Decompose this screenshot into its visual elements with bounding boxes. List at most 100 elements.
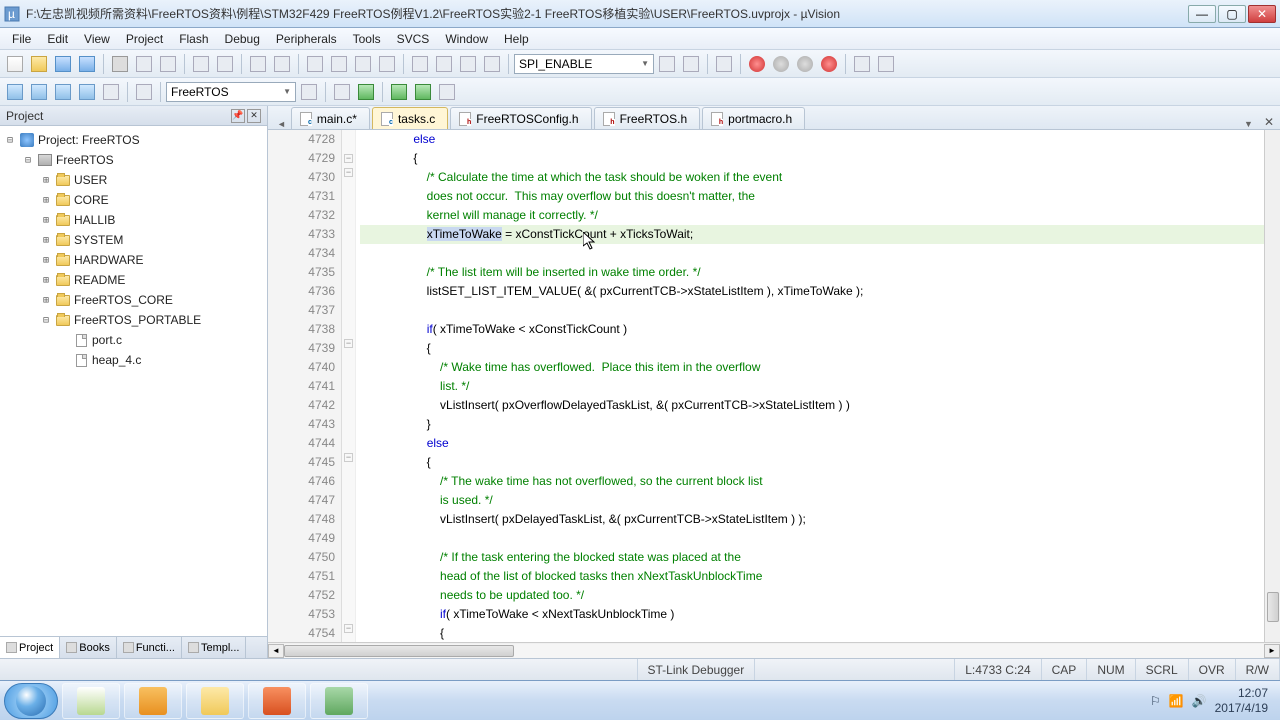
editor-tab-main-c-[interactable]: main.c* — [291, 107, 370, 129]
tree-group-freertos_portable[interactable]: ⊟FreeRTOS_PORTABLE — [0, 310, 267, 330]
panel-tab-project[interactable]: Project — [0, 637, 60, 658]
breakpoint-enable-button[interactable] — [770, 53, 792, 75]
tree-target[interactable]: ⊟FreeRTOS — [0, 150, 267, 170]
menu-peripherals[interactable]: Peripherals — [268, 29, 345, 49]
target-options-button[interactable] — [298, 81, 320, 103]
download-button[interactable] — [133, 81, 155, 103]
menu-edit[interactable]: Edit — [39, 29, 76, 49]
nav-fwd-button[interactable] — [271, 53, 293, 75]
taskbar-item-uvision[interactable] — [310, 683, 368, 719]
outdent-button[interactable] — [433, 53, 455, 75]
panel-tab-templ[interactable]: Templ... — [182, 637, 247, 658]
editor-tab-portmacro-h[interactable]: portmacro.h — [702, 107, 805, 129]
select-pack-button[interactable] — [388, 81, 410, 103]
bookmark-toggle-button[interactable] — [304, 53, 326, 75]
fold-column[interactable]: −−−−− — [342, 130, 356, 642]
window-layout-button[interactable] — [851, 53, 873, 75]
bookmark-next-button[interactable] — [352, 53, 374, 75]
editor-tab-tasks-c[interactable]: tasks.c — [372, 107, 448, 129]
menu-tools[interactable]: Tools — [345, 29, 389, 49]
tree-file-port-c[interactable]: port.c — [0, 330, 267, 350]
tab-nav-left[interactable]: ◄ — [274, 119, 289, 129]
rebuild-button[interactable] — [52, 81, 74, 103]
menu-debug[interactable]: Debug — [217, 29, 268, 49]
panel-tab-books[interactable]: Books — [60, 637, 117, 658]
pack-installer-button[interactable] — [412, 81, 434, 103]
maximize-button[interactable]: ▢ — [1218, 5, 1246, 23]
tree-file-heap_4-c[interactable]: heap_4.c — [0, 350, 267, 370]
breakpoint-disable-button[interactable] — [794, 53, 816, 75]
editor-body[interactable]: 4728472947304731473247334734473547364737… — [268, 130, 1280, 642]
hscroll-left-button[interactable]: ◄ — [268, 644, 284, 658]
close-button[interactable]: ✕ — [1248, 5, 1276, 23]
editor-close-button[interactable]: ✕ — [1258, 115, 1280, 129]
redo-button[interactable] — [214, 53, 236, 75]
batch-build-button[interactable] — [76, 81, 98, 103]
editor-tab-FreeRTOS-h[interactable]: FreeRTOS.h — [594, 107, 701, 129]
undo-button[interactable] — [190, 53, 212, 75]
find-combo[interactable]: SPI_ENABLE▼ — [514, 54, 654, 74]
menu-view[interactable]: View — [76, 29, 118, 49]
tray-network-icon[interactable]: 📶 — [1169, 694, 1184, 708]
code-view[interactable]: else { /* Calculate the time at which th… — [356, 130, 1280, 642]
bookmark-clear-button[interactable] — [376, 53, 398, 75]
tree-group-readme[interactable]: ⊞README — [0, 270, 267, 290]
manage-project-button[interactable] — [331, 81, 353, 103]
menu-flash[interactable]: Flash — [171, 29, 216, 49]
panel-close-button[interactable]: ✕ — [247, 109, 261, 123]
uncomment-button[interactable] — [481, 53, 503, 75]
taskbar-item-powerpoint[interactable] — [248, 683, 306, 719]
new-button[interactable] — [4, 53, 26, 75]
system-tray[interactable]: ⚐ 📶 🔊 12:07 2017/4/19 — [1142, 686, 1276, 715]
breakpoint-kill-button[interactable] — [818, 53, 840, 75]
comment-button[interactable] — [457, 53, 479, 75]
menu-help[interactable]: Help — [496, 29, 537, 49]
debug-start-button[interactable] — [713, 53, 735, 75]
tray-clock[interactable]: 12:07 2017/4/19 — [1215, 686, 1268, 715]
tray-volume-icon[interactable]: 🔊 — [1192, 694, 1207, 708]
tree-project-root[interactable]: ⊟Project: FreeRTOS — [0, 130, 267, 150]
breakpoint-insert-button[interactable] — [746, 53, 768, 75]
bookmark-prev-button[interactable] — [328, 53, 350, 75]
find-in-files-button[interactable] — [680, 53, 702, 75]
save-all-button[interactable] — [76, 53, 98, 75]
save-button[interactable] — [52, 53, 74, 75]
configure-button[interactable] — [875, 53, 897, 75]
manage-rte-button[interactable] — [355, 81, 377, 103]
stop-build-button[interactable] — [100, 81, 122, 103]
open-button[interactable] — [28, 53, 50, 75]
tray-flag-icon[interactable]: ⚐ — [1150, 694, 1161, 708]
horizontal-scrollbar[interactable]: ◄ ► — [268, 642, 1280, 658]
cut-button[interactable] — [109, 53, 131, 75]
tree-group-system[interactable]: ⊞SYSTEM — [0, 230, 267, 250]
indent-button[interactable] — [409, 53, 431, 75]
taskbar-item-foxit[interactable] — [124, 683, 182, 719]
tab-list-dropdown[interactable]: ▼ — [1241, 119, 1256, 129]
paste-button[interactable] — [157, 53, 179, 75]
menu-file[interactable]: File — [4, 29, 39, 49]
panel-pin-button[interactable]: 📌 — [231, 109, 245, 123]
tree-group-hardware[interactable]: ⊞HARDWARE — [0, 250, 267, 270]
misc-button[interactable] — [436, 81, 458, 103]
vertical-scrollbar[interactable] — [1264, 130, 1280, 642]
menu-window[interactable]: Window — [437, 29, 496, 49]
find-button[interactable] — [656, 53, 678, 75]
tree-group-freertos_core[interactable]: ⊞FreeRTOS_CORE — [0, 290, 267, 310]
tree-group-hallib[interactable]: ⊞HALLIB — [0, 210, 267, 230]
translate-button[interactable] — [4, 81, 26, 103]
tree-group-core[interactable]: ⊞CORE — [0, 190, 267, 210]
tree-group-user[interactable]: ⊞USER — [0, 170, 267, 190]
project-tree[interactable]: ⊟Project: FreeRTOS⊟FreeRTOS⊞USER⊞CORE⊞HA… — [0, 126, 267, 636]
panel-tab-functi[interactable]: Functi... — [117, 637, 182, 658]
start-button[interactable] — [4, 683, 58, 719]
taskbar-item-libreoffice[interactable] — [62, 683, 120, 719]
editor-tab-FreeRTOSConfig-h[interactable]: FreeRTOSConfig.h — [450, 107, 591, 129]
copy-button[interactable] — [133, 53, 155, 75]
minimize-button[interactable]: — — [1188, 5, 1216, 23]
taskbar-item-explorer[interactable] — [186, 683, 244, 719]
build-button[interactable] — [28, 81, 50, 103]
hscroll-right-button[interactable]: ► — [1264, 644, 1280, 658]
nav-back-button[interactable] — [247, 53, 269, 75]
target-combo[interactable]: FreeRTOS▼ — [166, 82, 296, 102]
menu-project[interactable]: Project — [118, 29, 171, 49]
